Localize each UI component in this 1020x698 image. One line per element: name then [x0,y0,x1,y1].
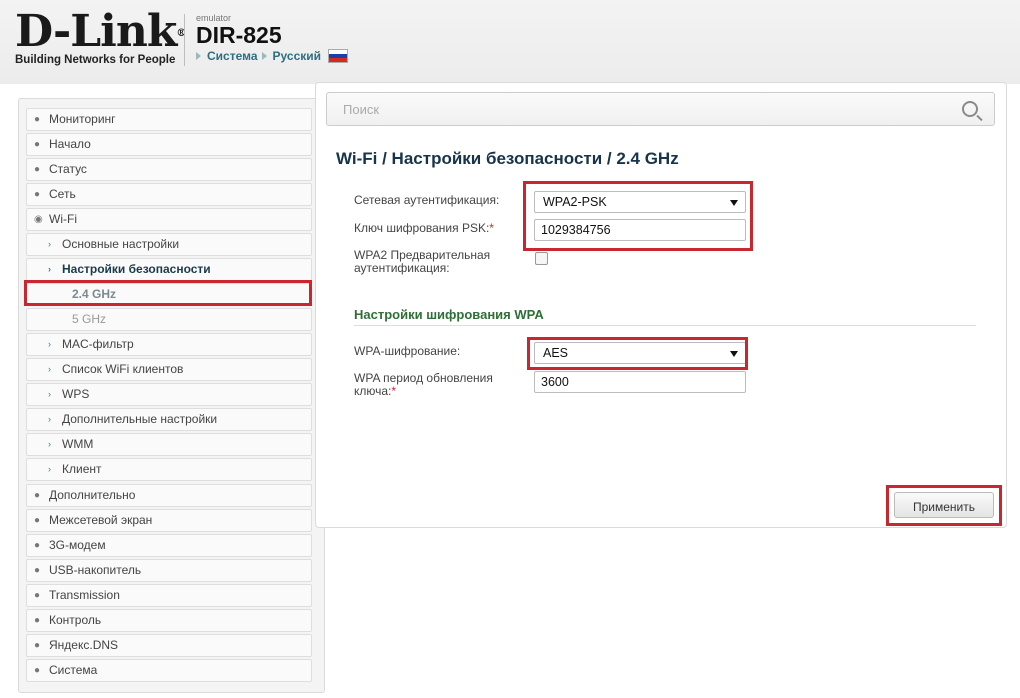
dlink-logo[interactable]: D-Link® Building Networks for People [15,10,186,67]
circle-arrow-icon: ● [34,565,41,576]
psk-key-label: Ключ шифрования PSK:* [354,221,494,235]
circle-arrow-icon: ● [34,490,41,501]
sidebar-item-monitoring[interactable]: ● Мониторинг [26,108,312,131]
chevron-right-icon: › [48,239,51,249]
triangle-right-icon [196,52,201,60]
chevron-right-icon: › [48,364,51,374]
network-auth-label: Сетевая аутентификация: [354,193,500,207]
circle-arrow-icon: ● [34,139,41,150]
sidebar-item-basic-settings[interactable]: › Основные настройки [26,233,312,256]
header-info: emulator DIR-825 Система Русский [196,13,349,63]
circle-arrow-icon: ● [34,615,41,626]
circle-arrow-icon: ● [34,164,41,175]
sidebar-item-yandex-dns[interactable]: ● Яндекс.DNS [26,634,312,657]
sidebar-item-network[interactable]: ● Сеть [26,183,312,206]
chevron-right-icon: › [48,414,51,424]
sidebar-item-additional[interactable]: ● Дополнительно [26,484,312,507]
circle-arrow-icon: ● [34,189,41,200]
sidebar-item-5ghz[interactable]: 5 GHz [26,308,312,331]
sidebar-item-wifi[interactable]: ◉ Wi-Fi [26,208,312,231]
logo-text: D-Link [15,6,177,57]
sidebar-item-transmission[interactable]: ● Transmission [26,584,312,607]
sidebar-item-wmm[interactable]: › WMM [26,433,312,456]
page-title: Wi-Fi / Настройки безопасности / 2.4 GHz [336,149,679,168]
logo-tagline: Building Networks for People [15,54,176,66]
circle-arrow-icon: ● [34,590,41,601]
sidebar-item-wifi-clients[interactable]: › Список WiFi клиентов [26,358,312,381]
highlight-box-wpa-encryption [527,337,748,370]
wpa2-preauth-label: WPA2 Предварительная аутентификация: [354,249,490,275]
search-icon[interactable] [962,101,978,117]
required-mark: * [489,221,494,235]
circle-arrow-icon: ● [34,665,41,676]
rekey-period-label: WPA период обновления ключа:* [354,372,493,398]
chevron-right-icon: › [48,339,51,349]
chevron-right-icon: › [48,439,51,449]
highlight-box-auth-psk [523,181,753,251]
sidebar-item-security-settings[interactable]: › Настройки безопасности [26,258,312,281]
search-bar[interactable] [326,92,995,126]
language-link[interactable]: Русский [273,49,322,63]
chevron-right-icon: › [48,464,51,474]
russia-flag-icon[interactable] [328,49,349,63]
circle-arrow-icon: ● [34,515,41,526]
sidebar-item-mac-filter[interactable]: › MAC-фильтр [26,333,312,356]
wpa-encryption-label: WPA-шифрование: [354,344,461,358]
system-link[interactable]: Система [207,49,258,63]
circle-chevron-down-icon: ◉ [34,214,43,225]
sidebar-item-3g-modem[interactable]: ● 3G-модем [26,534,312,557]
circle-arrow-icon: ● [34,114,41,125]
rekey-period-input[interactable]: 3600 [534,371,746,393]
circle-arrow-icon: ● [34,640,41,651]
header-links: Система Русский [196,49,349,63]
highlight-box-2-4ghz [24,280,312,306]
wpa-encryption-section-title: Настройки шифрования WPA [354,307,544,322]
required-mark: * [391,384,397,398]
rekey-period-label-line2: ключа: [354,384,392,398]
sidebar-item-control[interactable]: ● Контроль [26,609,312,632]
chevron-right-icon: › [48,389,51,399]
sidebar-item-start[interactable]: ● Начало [26,133,312,156]
sidebar-item-wps[interactable]: › WPS [26,383,312,406]
sidebar-item-system[interactable]: ● Система [26,659,312,682]
sidebar-item-advanced-settings[interactable]: › Дополнительные настройки [26,408,312,431]
sidebar-item-status[interactable]: ● Статус [26,158,312,181]
sidebar-nav: ● Мониторинг ● Начало ● Статус ● Сеть ◉ Wi-Fi… [18,98,325,693]
main-panel: Wi-Fi / Настройки безопасности / 2.4 GHz… [315,82,1007,528]
circle-arrow-icon: ● [34,540,41,551]
search-input[interactable] [341,101,945,118]
sidebar-item-client[interactable]: › Клиент [26,458,312,481]
chevron-right-icon: › [48,264,51,274]
model-name: DIR-825 [196,22,282,48]
header-divider [184,14,185,66]
highlight-box-apply [886,485,1002,526]
section-divider [354,325,976,326]
sidebar-item-firewall[interactable]: ● Межсетевой экран [26,509,312,532]
wpa2-preauth-label-line2: аутентификация: [354,261,450,275]
wpa2-preauth-checkbox[interactable] [535,252,548,265]
sidebar-item-usb-storage[interactable]: ● USB-накопитель [26,559,312,582]
header: D-Link® Building Networks for People emu… [0,0,1020,84]
triangle-right-icon [261,52,267,60]
